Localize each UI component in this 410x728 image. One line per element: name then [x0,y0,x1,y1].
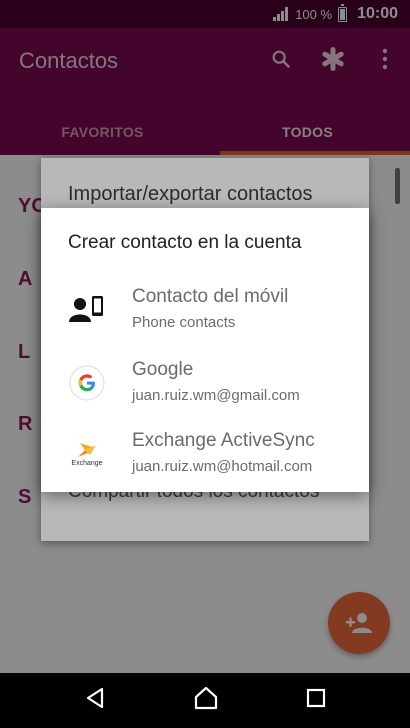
account-name: Contacto del móvil [132,286,289,307]
account-option-google[interactable]: Google juan.ruiz.wm@gmail.com [41,351,369,421]
create-contact-dialog: Crear contacto en la cuenta Contacto del… [41,208,369,492]
account-name: Google [132,359,194,380]
back-icon[interactable] [84,687,106,714]
exchange-logo-text: Exchange [71,460,103,467]
account-sub: juan.ruiz.wm@hotmail.com [132,458,313,475]
recents-icon[interactable] [306,688,326,713]
account-option-phone[interactable]: Contacto del móvil Phone contacts [41,278,369,348]
home-icon[interactable] [193,686,219,715]
exchange-icon: Exchange [67,434,107,474]
import-export-title: Importar/exportar contactos [68,183,313,205]
account-name: Exchange ActiveSync [132,430,315,451]
navigation-bar [0,673,410,728]
dialog-title: Crear contacto en la cuenta [68,232,302,253]
account-sub: juan.ruiz.wm@gmail.com [132,387,300,404]
phone-contact-icon [67,290,107,330]
google-icon [67,363,107,403]
account-sub: Phone contacts [132,314,236,331]
account-option-exchange[interactable]: Exchange Exchange ActiveSync juan.ruiz.w… [41,422,369,492]
